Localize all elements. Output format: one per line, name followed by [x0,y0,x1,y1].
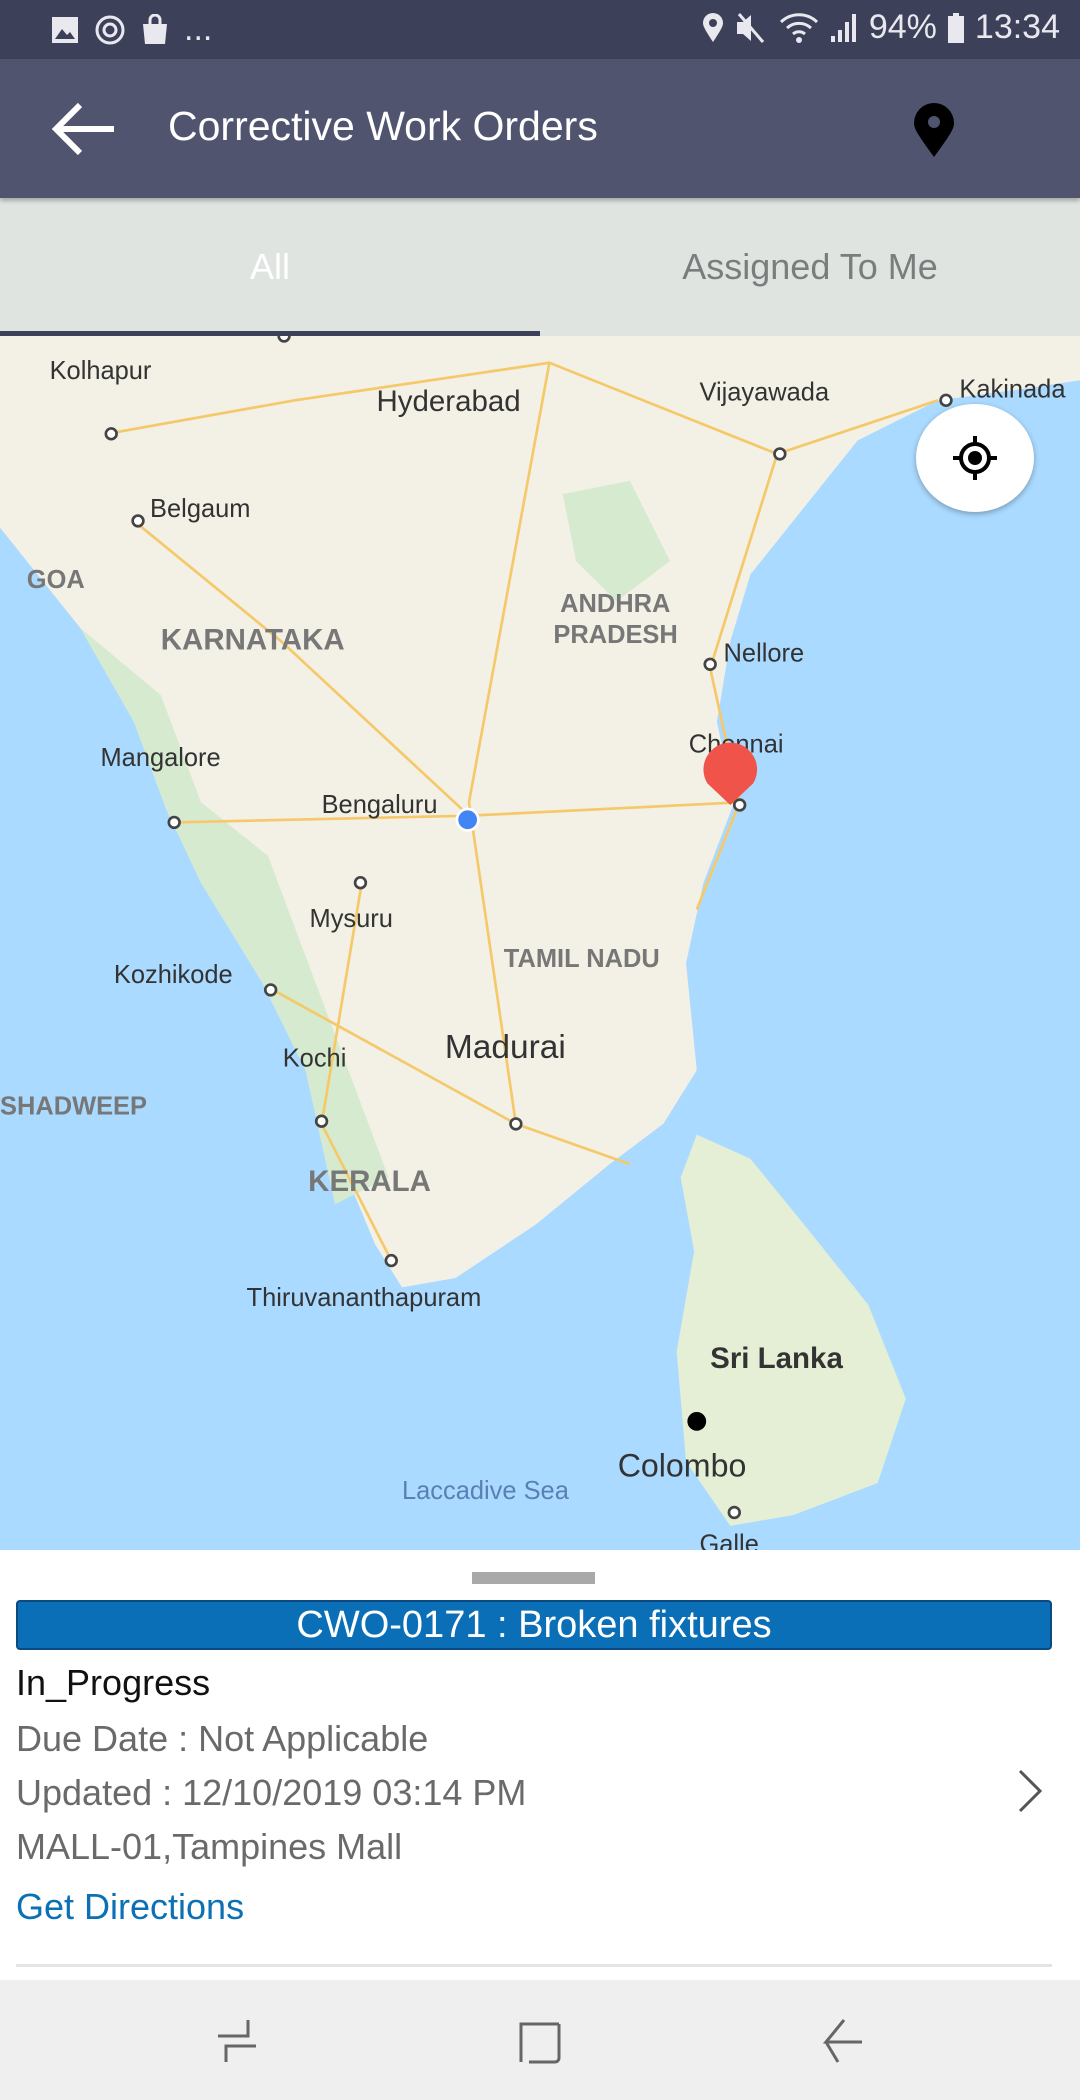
wifi-icon [779,12,818,43]
updated-date: Updated : 12/10/2019 03:14 PM [16,1772,527,1813]
map-label: Madurai [445,1029,566,1066]
map-label: Vijayawada [699,378,829,406]
map-label: Kakinada [959,376,1066,404]
tab-assigned-to-me[interactable]: Assigned To Me [540,198,1080,336]
signal-icon [830,13,856,42]
sync-icon [95,15,125,44]
map-label: ANDHRA [560,590,670,618]
map-pin-icon[interactable] [912,103,956,159]
map-label: KERALA [308,1165,431,1198]
map-label: Nellore [724,640,805,668]
map-label: Mangalore [100,744,220,772]
location-icon [702,12,723,42]
page-title: Corrective Work Orders [168,103,598,149]
map-label: Kolhapur [50,357,152,385]
my-location-button[interactable] [916,404,1034,512]
map-view[interactable]: Kolhapur Hyderabad Vijayawada Kakinada B… [0,336,1080,1550]
drag-handle[interactable] [472,1572,595,1584]
map-label: Laccadive Sea [402,1477,570,1505]
map-label: PRADESH [553,621,677,649]
due-date: Due Date : Not Applicable [16,1718,429,1759]
map-label: Kochi [283,1044,347,1072]
work-order-status: In_Progress [16,1662,211,1703]
map-label: GOA [27,566,85,594]
work-order-sheet: CWO-0171 : Broken fixtures In_Progress D… [0,1550,1080,1980]
map-label: Hyderabad [377,385,521,418]
map-label: Belgaum [150,495,250,523]
home-icon[interactable] [515,2018,565,2064]
map-label: Kozhikode [114,961,233,989]
battery-percent: 94% [868,8,937,46]
chevron-right-icon[interactable] [1016,1768,1046,1814]
arrow-left-icon[interactable] [50,101,120,157]
battery-icon [947,12,964,43]
divider [16,1964,1052,1967]
map-label: Mysuru [310,905,393,933]
mute-icon [736,12,764,43]
map-label: Bengaluru [322,791,438,819]
gallery-icon [52,16,78,43]
map-label: SHADWEEP [0,1093,147,1121]
tab-all[interactable]: All [0,198,540,336]
get-directions-link[interactable]: Get Directions [16,1886,244,1928]
back-icon[interactable] [818,2018,868,2064]
system-nav-bar [0,1980,1080,2100]
map-label: TAMIL NADU [504,945,660,973]
crosshair-icon [953,436,997,480]
user-location-dot [455,807,480,832]
location-text: MALL-01,Tampines Mall [16,1826,403,1867]
app-bar: Corrective Work Orders [0,59,1080,198]
work-order-title[interactable]: CWO-0171 : Broken fixtures [16,1600,1052,1650]
map-label: Thiruvananthapuram [247,1284,482,1312]
map-label: Galle [699,1531,758,1550]
shopping-bag-icon [143,13,167,44]
recents-icon[interactable] [212,2018,262,2064]
status-bar: ... 94% 13:34 [0,0,1080,59]
map-label: KARNATAKA [161,624,345,657]
map-label: Colombo [618,1447,747,1483]
more-notifications: ... [184,10,213,48]
tab-bar: All Assigned To Me [0,198,1080,336]
map-label: Sri Lanka [710,1342,843,1375]
clock: 13:34 [974,8,1060,46]
